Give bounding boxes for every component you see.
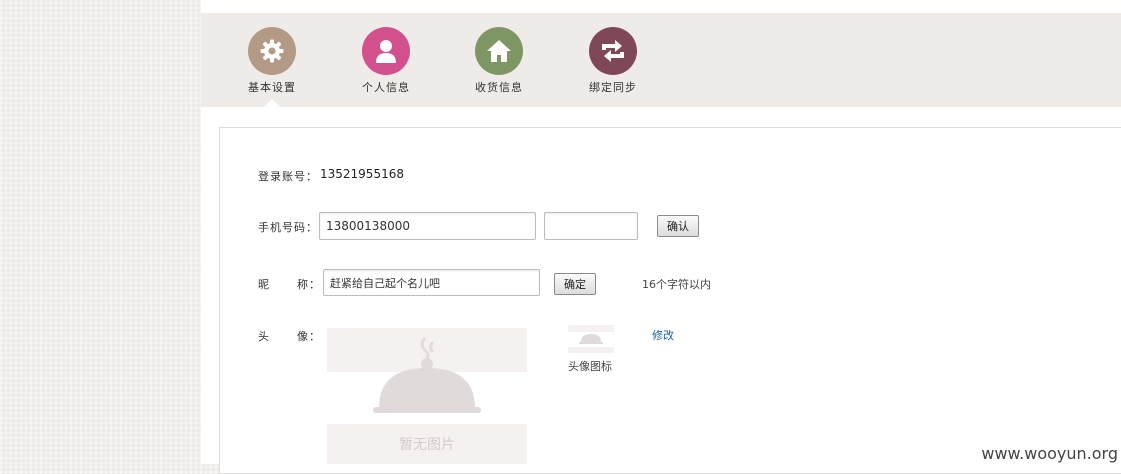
gear-icon	[248, 27, 296, 75]
nav-item-personal-info[interactable]: 个人信息	[336, 27, 436, 95]
watermark: www.wooyun.org	[977, 442, 1121, 464]
nickname-length-hint: 16个字符以内	[642, 278, 711, 291]
active-tab-pointer	[264, 99, 280, 107]
phone-input[interactable]	[319, 212, 536, 240]
confirm-phone-button[interactable]: 确认	[657, 215, 699, 237]
nav-item-shipping-info[interactable]: 收货信息	[449, 27, 549, 95]
nav-label-personal-info: 个人信息	[362, 81, 410, 94]
nav-item-bind-sync[interactable]: 绑定同步	[563, 27, 663, 95]
nav-label-bind-sync: 绑定同步	[589, 81, 637, 94]
avatar-placeholder-image: 暂无图片	[327, 328, 527, 468]
settings-panel: 登录账号： 13521955168 手机号码： 确认 昵 称： 确定 16个字符…	[219, 127, 1121, 474]
account-label: 登录账号：	[258, 170, 318, 183]
user-icon	[362, 27, 410, 75]
content-column: 基本设置 个人信息 收货信息 绑定同步 登录账号： 13521955168 手机…	[201, 0, 1121, 474]
avatar-label: 头 像：	[258, 330, 321, 343]
nav-item-basic-settings[interactable]: 基本设置	[222, 27, 322, 95]
nav-label-basic-settings: 基本设置	[248, 81, 296, 94]
avatar-icon-label: 头像图标	[568, 360, 612, 373]
nickname-label: 昵 称：	[258, 278, 321, 291]
home-icon	[475, 27, 523, 75]
modify-avatar-link[interactable]: 修改	[652, 327, 674, 343]
no-image-text: 暂无图片	[327, 424, 527, 464]
settings-nav: 基本设置 个人信息 收货信息 绑定同步	[201, 13, 1121, 107]
sync-icon	[589, 27, 637, 75]
nickname-input[interactable]	[323, 269, 540, 296]
food-cloche-small-icon	[568, 325, 614, 353]
confirm-nickname-button[interactable]: 确定	[554, 273, 596, 295]
verification-code-input[interactable]	[544, 212, 638, 240]
phone-label: 手机号码：	[258, 221, 318, 234]
nav-label-shipping-info: 收货信息	[475, 81, 523, 94]
account-value: 13521955168	[320, 167, 404, 181]
avatar-icon-image	[568, 325, 614, 353]
